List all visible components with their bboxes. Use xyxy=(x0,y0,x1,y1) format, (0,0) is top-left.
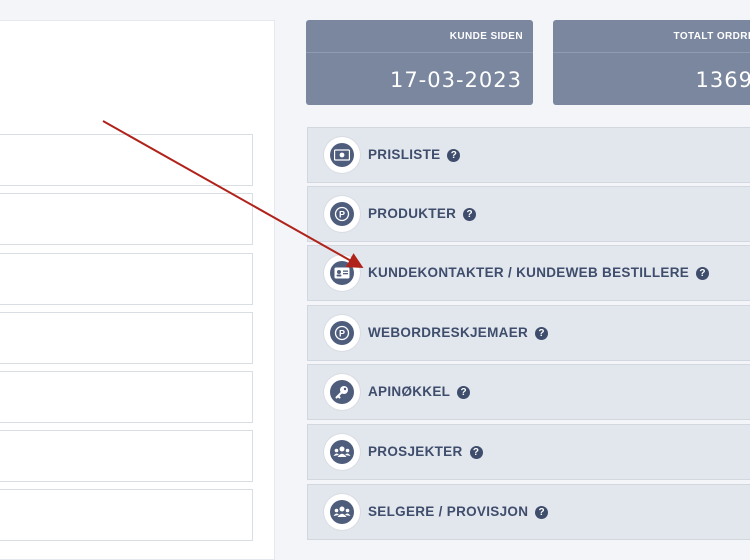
users-icon xyxy=(330,500,354,524)
menu-icon-circle xyxy=(324,374,360,410)
menu-icon-circle xyxy=(324,255,360,291)
form-input-7[interactable] xyxy=(0,489,253,541)
form-input-4[interactable] xyxy=(0,312,253,364)
stat-label: KUNDE SIDEN xyxy=(449,31,523,42)
menu-item-apinokkel[interactable]: APINØKKEL? xyxy=(307,364,750,420)
form-input-3[interactable] xyxy=(0,253,253,305)
menu-item-selgere-provisjon[interactable]: SELGERE / PROVISJON? xyxy=(307,484,750,540)
menu-item-label: PRISLISTE? xyxy=(368,147,461,162)
help-icon[interactable]: ? xyxy=(535,327,549,340)
product-p-icon: P xyxy=(330,202,354,226)
form-input-1[interactable] xyxy=(0,134,253,186)
users-icon xyxy=(330,440,354,464)
menu-icon-circle xyxy=(324,434,360,470)
help-icon[interactable]: ? xyxy=(535,506,549,519)
id-card-icon xyxy=(330,261,354,285)
menu-item-label: APINØKKEL? xyxy=(368,384,471,399)
menu-icon-circle xyxy=(324,494,360,530)
stat-divider xyxy=(553,52,750,53)
help-icon[interactable]: ? xyxy=(696,267,710,280)
svg-text:P: P xyxy=(339,329,345,339)
menu-item-label: PROSJEKTER? xyxy=(368,444,483,459)
menu-item-label: SELGERE / PROVISJON? xyxy=(368,504,549,519)
stat-label: TOTALT ORDRE xyxy=(673,31,750,42)
menu-item-label: WEBORDRESKJEMAER? xyxy=(368,325,549,340)
stat-card-customer-since: KUNDE SIDEN 17-03-2023 xyxy=(306,20,533,105)
menu-item-kundekontakter[interactable]: KUNDEKONTAKTER / KUNDEWEB BESTILLERE? xyxy=(307,245,750,301)
menu-item-label: KUNDEKONTAKTER / KUNDEWEB BESTILLERE? xyxy=(368,265,710,280)
stat-value: 17-03-2023 xyxy=(389,68,522,92)
help-icon[interactable]: ? xyxy=(469,446,483,459)
form-input-2[interactable] xyxy=(0,193,253,245)
menu-item-label: PRODUKTER? xyxy=(368,206,477,221)
stat-card-total-orders: TOTALT ORDRE 1369 xyxy=(553,20,750,105)
form-input-5[interactable] xyxy=(0,371,253,423)
money-bill-icon xyxy=(330,143,354,167)
menu-icon-circle: P xyxy=(324,315,360,351)
stat-value: 1369 xyxy=(695,68,750,92)
product-p-icon: P xyxy=(330,321,354,345)
menu-icon-circle xyxy=(324,137,360,173)
help-icon[interactable]: ? xyxy=(457,386,471,399)
stat-divider xyxy=(306,52,533,53)
key-icon xyxy=(330,380,354,404)
menu-item-prosjekter[interactable]: PROSJEKTER? xyxy=(307,424,750,480)
help-icon[interactable]: ? xyxy=(463,208,477,221)
menu-icon-circle: P xyxy=(324,196,360,232)
menu-item-webordreskjemaer[interactable]: P WEBORDRESKJEMAER? xyxy=(307,305,750,361)
form-input-6[interactable] xyxy=(0,430,253,482)
menu-item-prisliste[interactable]: PRISLISTE? xyxy=(307,127,750,183)
help-icon[interactable]: ? xyxy=(447,149,461,162)
svg-text:P: P xyxy=(339,210,345,220)
menu-item-produkter[interactable]: P PRODUKTER? xyxy=(307,186,750,242)
